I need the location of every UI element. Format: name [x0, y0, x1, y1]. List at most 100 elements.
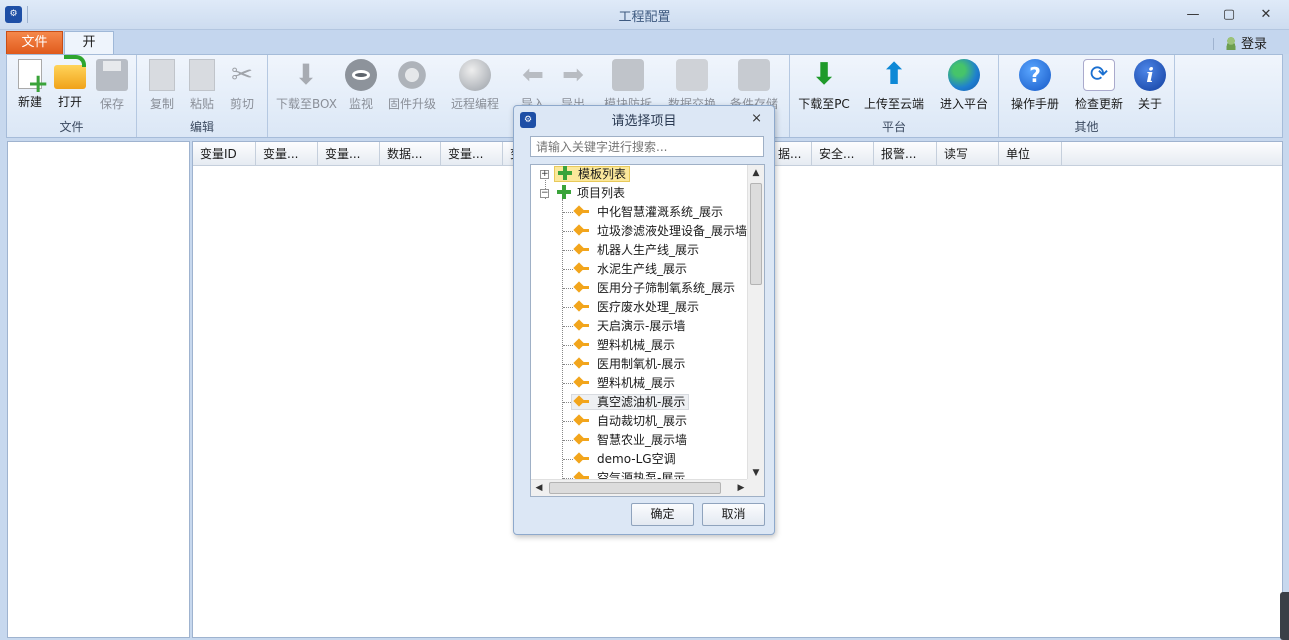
project-tree[interactable]: + 模板列表 − 项目列表 中化智慧灌溉系统_展示 垃圾渗滤液处理设备_展示墙 … [530, 164, 765, 497]
dialog-close-icon[interactable]: ⨯ [751, 111, 762, 126]
horizontal-scrollbar[interactable]: ◀ ▶ [531, 479, 749, 496]
column-header[interactable]: 据... [776, 142, 812, 166]
download-box-button[interactable]: ⬇ 下载至BOX [276, 57, 337, 113]
project-icon [575, 205, 589, 217]
collapse-toggle[interactable]: − [540, 189, 549, 198]
search-input[interactable] [530, 136, 764, 157]
enter-platform-button[interactable]: 进入平台 [938, 57, 990, 113]
project-icon [575, 452, 589, 464]
column-header[interactable]: 读写 [937, 142, 999, 166]
monitor-button[interactable]: 监视 [344, 57, 378, 113]
edge-scroll-grip[interactable] [1280, 592, 1289, 640]
scroll-up-icon[interactable]: ▲ [748, 165, 764, 181]
download-green-icon: ⬇ [811, 57, 837, 92]
tree-line [563, 364, 573, 365]
refresh-icon: ⟳ [1083, 59, 1115, 91]
about-label: 关于 [1137, 97, 1162, 111]
tree-item-project[interactable]: 医用制氧机-展示 [575, 355, 685, 374]
project-name: demo-LG空调 [597, 452, 676, 466]
save-button[interactable]: 保存 [95, 57, 129, 113]
open-folder-icon [54, 55, 86, 89]
open-label: 打开 [57, 95, 82, 109]
tree-item-project[interactable]: 天启演示-展示墙 [575, 317, 685, 336]
vertical-scrollbar[interactable]: ▲ ▼ [747, 165, 764, 481]
tree-item-project[interactable]: 垃圾渗滤液处理设备_展示墙 [575, 222, 747, 241]
project-list-label: 项目列表 [577, 186, 626, 200]
cancel-button[interactable]: 取消 [702, 503, 765, 526]
group-edit: 复制 粘贴 ✂ 剪切 编辑 [137, 55, 268, 137]
tree-node-project-list[interactable]: 项目列表 [557, 184, 625, 203]
expand-toggle[interactable]: + [540, 170, 549, 179]
horizontal-scroll-thumb[interactable] [549, 482, 721, 494]
tree-line [563, 421, 573, 422]
tab-file[interactable]: 文件 [6, 31, 63, 54]
project-name: 真空滤油机-展示 [597, 395, 686, 409]
login-button[interactable]: 登录 [1224, 33, 1267, 52]
select-project-dialog: ⚙ 请选择项目 ⨯ + 模板列表 − 项目列表 中化智慧灌溉系统_展示 垃圾渗滤… [513, 105, 775, 535]
column-header[interactable]: 单位 [999, 142, 1062, 166]
new-file-icon [18, 59, 49, 94]
swap-icon [676, 59, 708, 91]
tree-line [563, 459, 573, 460]
download-pc-button[interactable]: ⬇ 下载至PC [798, 57, 850, 113]
import-arrow-icon: ⬅ [522, 60, 544, 90]
project-name: 自动裁切机_展示 [597, 414, 688, 428]
project-icon [575, 357, 589, 369]
project-icon [575, 376, 589, 388]
tree-item-project-hovered[interactable]: 真空滤油机-展示 [571, 393, 690, 412]
download-pc-label: 下载至PC [798, 97, 850, 111]
group-file: 新建 打开 保存 文件 [7, 55, 137, 137]
tree-item-project[interactable]: demo-LG空调 [575, 450, 676, 469]
tree-item-project[interactable]: 智慧农业_展示墙 [575, 431, 687, 450]
tree-item-project[interactable]: 水泥生产线_展示 [575, 260, 687, 279]
remote-programming-button[interactable]: 远程编程 [448, 57, 502, 113]
open-button[interactable]: 打开 [53, 55, 87, 113]
cut-button[interactable]: ✂ 剪切 [225, 57, 259, 113]
column-header[interactable]: 变量... [441, 142, 503, 166]
tree-item-project[interactable]: 塑料机械_展示 [575, 336, 675, 355]
minimize-button[interactable]: — [1180, 5, 1206, 25]
paste-button[interactable]: 粘贴 [185, 57, 219, 113]
about-button[interactable]: i 关于 [1133, 57, 1167, 113]
maximize-button[interactable]: ▢ [1216, 5, 1242, 25]
manual-button[interactable]: ? 操作手册 [1007, 57, 1063, 113]
upload-cloud-button[interactable]: ⬆ 上传至云端 [862, 57, 926, 113]
column-header[interactable]: 数据... [380, 142, 441, 166]
firmware-upgrade-button[interactable]: 固件升级 [386, 57, 438, 113]
column-header[interactable]: 变量ID [193, 142, 256, 166]
project-name: 机器人生产线_展示 [597, 243, 700, 257]
copy-button[interactable]: 复制 [145, 57, 179, 113]
column-header[interactable]: 报警... [874, 142, 937, 166]
remote-label: 远程编程 [450, 97, 499, 111]
project-tree-panel[interactable] [7, 141, 190, 638]
manual-label: 操作手册 [1010, 97, 1059, 111]
tree-item-project[interactable]: 医疗废水处理_展示 [575, 298, 699, 317]
column-header[interactable]: 变量... [318, 142, 380, 166]
download-box-label: 下载至BOX [276, 97, 337, 111]
tree-line [563, 326, 573, 327]
check-update-button[interactable]: ⟳ 检查更新 [1071, 57, 1127, 113]
close-button[interactable]: ✕ [1253, 5, 1279, 25]
tree-node-template-list[interactable]: 模板列表 [554, 165, 631, 184]
project-icon [575, 338, 589, 350]
project-name: 医用制氧机-展示 [597, 357, 686, 371]
copy-icon [149, 59, 175, 91]
new-button[interactable]: 新建 [13, 57, 49, 113]
dialog-title: 请选择项目 [611, 114, 677, 129]
tree-item-project[interactable]: 中化智慧灌溉系统_展示 [575, 203, 723, 222]
tab-start[interactable]: 开始 [64, 31, 114, 72]
scroll-left-icon[interactable]: ◀ [531, 480, 547, 496]
column-header[interactable]: 安全... [812, 142, 874, 166]
tree-line [563, 345, 573, 346]
upload-cloud-label: 上传至云端 [863, 97, 924, 111]
project-icon [575, 433, 589, 445]
selected-node: 模板列表 [554, 166, 631, 182]
vertical-scroll-thumb[interactable] [750, 183, 762, 285]
tree-item-project[interactable]: 医用分子筛制氧系统_展示 [575, 279, 735, 298]
tree-item-project[interactable]: 自动裁切机_展示 [575, 412, 687, 431]
ok-button[interactable]: 确定 [631, 503, 694, 526]
column-header[interactable]: 变量... [256, 142, 318, 166]
tree-item-project[interactable]: 塑料机械_展示 [575, 374, 675, 393]
tree-item-project[interactable]: 机器人生产线_展示 [575, 241, 699, 260]
scroll-corner [747, 479, 764, 496]
